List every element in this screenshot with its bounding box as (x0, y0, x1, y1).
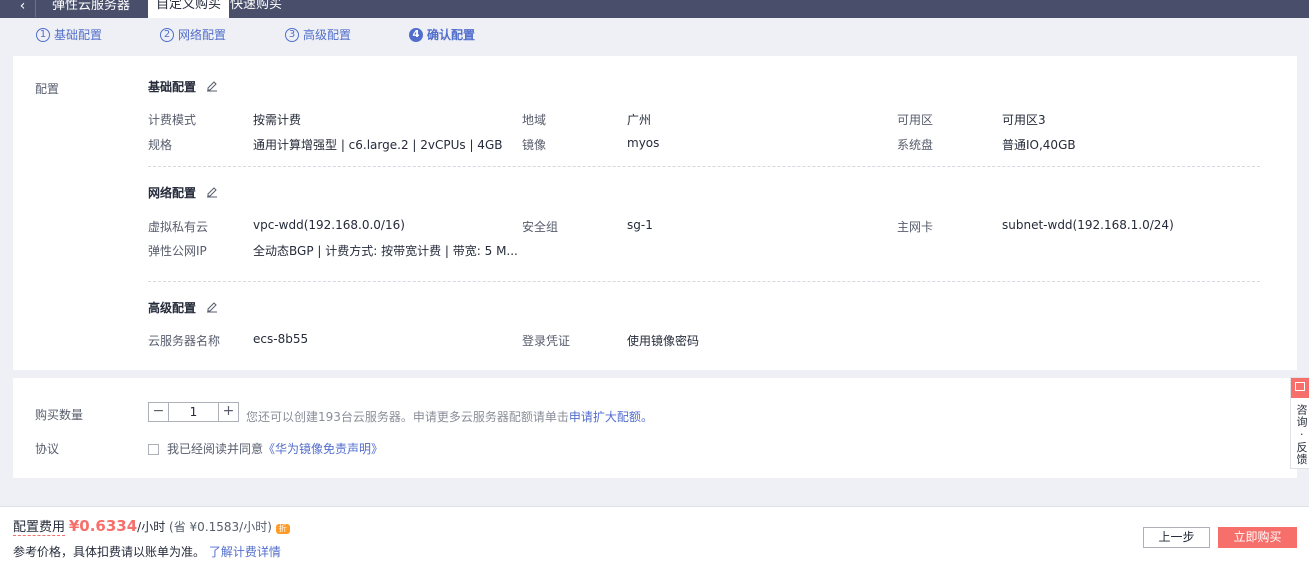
config-label: 配置 (35, 82, 60, 96)
buy-now-button[interactable]: 立即购买 (1218, 527, 1297, 548)
section-title-text: 高级配置 (148, 301, 197, 315)
agreement-label: 协议 (35, 442, 60, 456)
price-unit: /小时 (137, 520, 166, 534)
plus-icon[interactable]: + (218, 403, 238, 421)
section-title-text: 基础配置 (148, 80, 197, 94)
footer-bar: 配置费用 ¥0.6334/小时 (省 ¥0.1583/小时) 折 参考价格，具体… (0, 506, 1309, 562)
step-label: 确认配置 (427, 28, 476, 42)
previous-step-button[interactable]: 上一步 (1143, 527, 1210, 548)
field-key: 规格 (148, 138, 173, 152)
chevron-left-icon[interactable]: ‹ (10, 0, 36, 17)
purchase-panel: 购买数量 − 1 + 您还可以创建193台云服务器。申请更多云服务器配额请单击申… (13, 378, 1297, 478)
field-key: 可用区 (897, 113, 934, 127)
field-key: 云服务器名称 (148, 334, 221, 348)
price-label[interactable]: 配置费用 (13, 520, 66, 536)
quantity-hint-text: 您还可以创建193台云服务器。申请更多云服务器配额请单击 (246, 410, 569, 424)
field-value: 按需计费 (253, 113, 302, 127)
step-label: 高级配置 (303, 28, 352, 42)
edit-icon[interactable] (206, 186, 218, 198)
step-number: 1 (36, 28, 50, 42)
field-value: 使用镜像密码 (627, 334, 700, 348)
field-value: ecs-8b55 (253, 332, 309, 346)
field-key: 弹性公网IP (148, 244, 207, 258)
step-basic[interactable]: 1 基础配置 (36, 26, 102, 44)
config-panel: 配置 基础配置 计费模式 按需计费 地域 广州 可用区 可用区3 规格 通用计算… (13, 56, 1297, 370)
agreement-text-label: 我已经阅读并同意 (167, 442, 264, 456)
field-key: 虚拟私有云 (148, 220, 209, 234)
field-value: 可用区3 (1002, 113, 1046, 127)
section-title-advanced: 高级配置 (148, 299, 218, 316)
step-bar: 1 基础配置 2 网络配置 3 高级配置 4 确认配置 (0, 18, 1309, 54)
field-value: 通用计算增强型 | c6.large.2 | 2vCPUs | 4GB (253, 138, 503, 152)
quantity-hint-end: 。 (640, 410, 653, 424)
field-key: 地域 (522, 113, 547, 127)
discount-badge: 折 (275, 524, 290, 534)
section-title-text: 网络配置 (148, 186, 197, 200)
tab-custom-purchase[interactable]: 自定义购买 (148, 0, 230, 18)
feedback-icon[interactable] (1291, 378, 1309, 398)
feedback-text[interactable]: 咨询 · 反馈 (1291, 398, 1309, 472)
section-title-network: 网络配置 (148, 184, 218, 201)
field-key: 安全组 (522, 220, 559, 234)
feedback-sidebar[interactable]: 咨询 · 反馈 (1290, 377, 1309, 469)
edit-icon[interactable] (206, 80, 218, 92)
billing-details-link[interactable]: 了解计费详情 (209, 545, 281, 559)
field-value: subnet-wdd(192.168.1.0/24) (1002, 218, 1174, 232)
minus-icon[interactable]: − (149, 403, 169, 421)
step-label: 基础配置 (54, 28, 103, 42)
quantity-input[interactable]: 1 (169, 403, 218, 421)
page-title: 弹性云服务器 (52, 0, 131, 13)
field-value: vpc-wdd(192.168.0.0/16) (253, 218, 405, 232)
divider (148, 281, 1260, 282)
field-key: 计费模式 (148, 113, 197, 127)
field-value: 普通IO,40GB (1002, 138, 1076, 152)
price-row: 配置费用 ¥0.6334/小时 (省 ¥0.1583/小时) 折 (13, 516, 290, 536)
step-label: 网络配置 (178, 28, 227, 42)
field-value: 全动态BGP | 计费方式: 按带宽计费 | 带宽: 5 M... (253, 244, 518, 258)
top-nav-bar: ‹ 弹性云服务器 自定义购买 快速购买 (0, 0, 1309, 18)
step-network[interactable]: 2 网络配置 (160, 26, 226, 44)
section-title-basic: 基础配置 (148, 78, 218, 95)
field-key: 镜像 (522, 138, 547, 152)
price-value: ¥0.6334 (68, 517, 138, 535)
agreement-text: 我已经阅读并同意《华为镜像免责声明》 (167, 440, 383, 457)
field-value: 广州 (627, 113, 652, 127)
field-value: sg-1 (627, 218, 653, 232)
quantity-hint: 您还可以创建193台云服务器。申请更多云服务器配额请单击申请扩大配额。 (246, 408, 653, 425)
field-value: myos (627, 136, 660, 150)
step-number: 3 (285, 28, 299, 42)
edit-icon[interactable] (206, 301, 218, 313)
quantity-label: 购买数量 (35, 408, 84, 422)
expand-quota-link[interactable]: 申请扩大配额 (569, 410, 641, 424)
price-saving: (省 ¥0.1583/小时) (169, 520, 272, 534)
field-key: 系统盘 (897, 138, 934, 152)
divider (148, 166, 1260, 167)
price-note: 参考价格，具体扣费请以账单为准。 了解计费详情 (13, 543, 281, 560)
field-key: 登录凭证 (522, 334, 571, 348)
quantity-stepper[interactable]: − 1 + (148, 402, 239, 422)
step-confirm: 4 确认配置 (409, 26, 475, 44)
step-advanced[interactable]: 3 高级配置 (285, 26, 351, 44)
step-number: 4 (409, 28, 423, 42)
disclaimer-link[interactable]: 《华为镜像免责声明》 (263, 442, 383, 456)
price-note-text: 参考价格，具体扣费请以账单为准。 (13, 545, 206, 559)
field-key: 主网卡 (897, 220, 934, 234)
tab-quick-purchase[interactable]: 快速购买 (222, 0, 290, 18)
step-number: 2 (160, 28, 174, 42)
agreement-checkbox[interactable] (148, 444, 159, 455)
